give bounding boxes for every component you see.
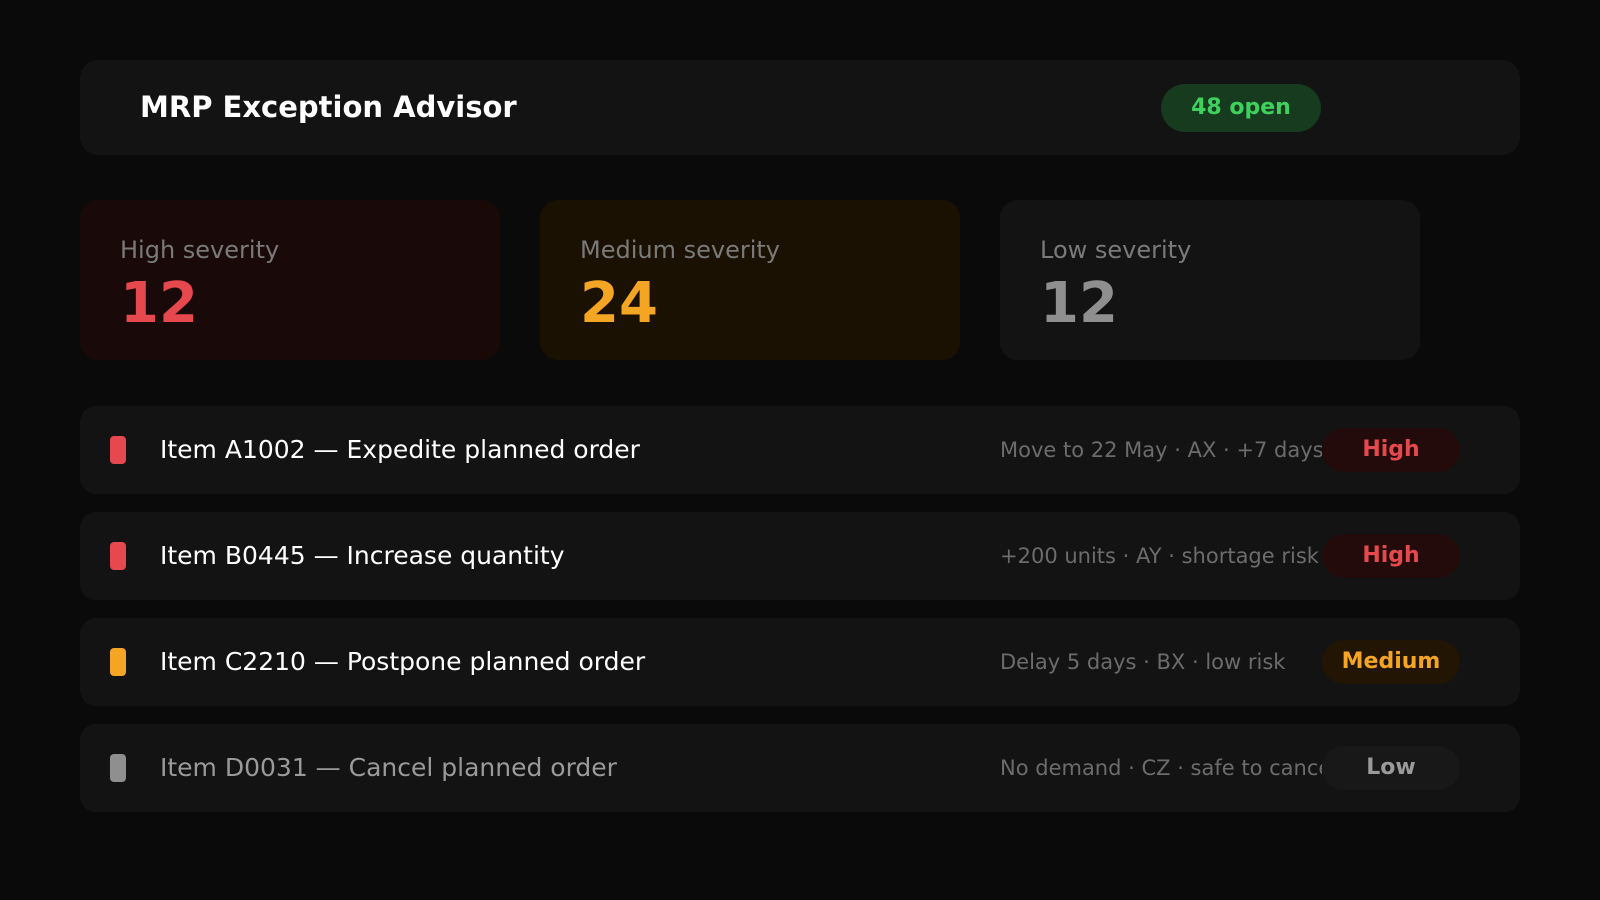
exception-row[interactable]: Item A1002 — Expedite planned order Move…: [80, 406, 1520, 494]
exception-detail: Move to 22 May · AX · +7 days: [1000, 438, 1322, 462]
summary-value-high: 12: [120, 271, 198, 336]
summary-label-medium: Medium severity: [580, 236, 780, 264]
severity-badge-medium[interactable]: Medium: [1322, 640, 1460, 684]
severity-marker-high: [110, 542, 126, 570]
page-title: MRP Exception Advisor: [140, 90, 517, 124]
exception-row[interactable]: Item D0031 — Cancel planned order No dem…: [80, 724, 1520, 812]
mrp-exception-advisor: MRP Exception Advisor 48 open High sever…: [0, 0, 1600, 900]
exception-title: Item C2210 — Postpone planned order: [160, 647, 646, 676]
exception-title: Item D0031 — Cancel planned order: [160, 753, 617, 782]
summary-value-low: 12: [1040, 271, 1118, 336]
severity-badge-high[interactable]: High: [1322, 534, 1460, 578]
severity-badge-high[interactable]: High: [1322, 428, 1460, 472]
header-bar: MRP Exception Advisor 48 open: [80, 60, 1520, 155]
exception-detail: No demand · CZ · safe to cancel: [1000, 756, 1322, 780]
severity-marker-medium: [110, 648, 126, 676]
summary-value-medium: 24: [580, 271, 658, 336]
exception-row[interactable]: Item C2210 — Postpone planned order Dela…: [80, 618, 1520, 706]
summary-card-high[interactable]: High severity 12: [80, 200, 500, 360]
summary-label-low: Low severity: [1040, 236, 1192, 264]
summary-card-medium[interactable]: Medium severity 24: [540, 200, 960, 360]
summary-card-low[interactable]: Low severity 12: [1000, 200, 1420, 360]
exception-detail: Delay 5 days · BX · low risk: [1000, 650, 1286, 674]
exception-row[interactable]: Item B0445 — Increase quantity +200 unit…: [80, 512, 1520, 600]
severity-marker-low: [110, 754, 126, 782]
exception-title: Item B0445 — Increase quantity: [160, 541, 565, 570]
summary-label-high: High severity: [120, 236, 280, 264]
exception-detail: +200 units · AY · shortage risk: [1000, 544, 1319, 568]
exception-title: Item A1002 — Expedite planned order: [160, 435, 640, 464]
severity-marker-high: [110, 436, 126, 464]
severity-badge-low[interactable]: Low: [1322, 746, 1460, 790]
open-count-badge[interactable]: 48 open: [1161, 84, 1321, 132]
